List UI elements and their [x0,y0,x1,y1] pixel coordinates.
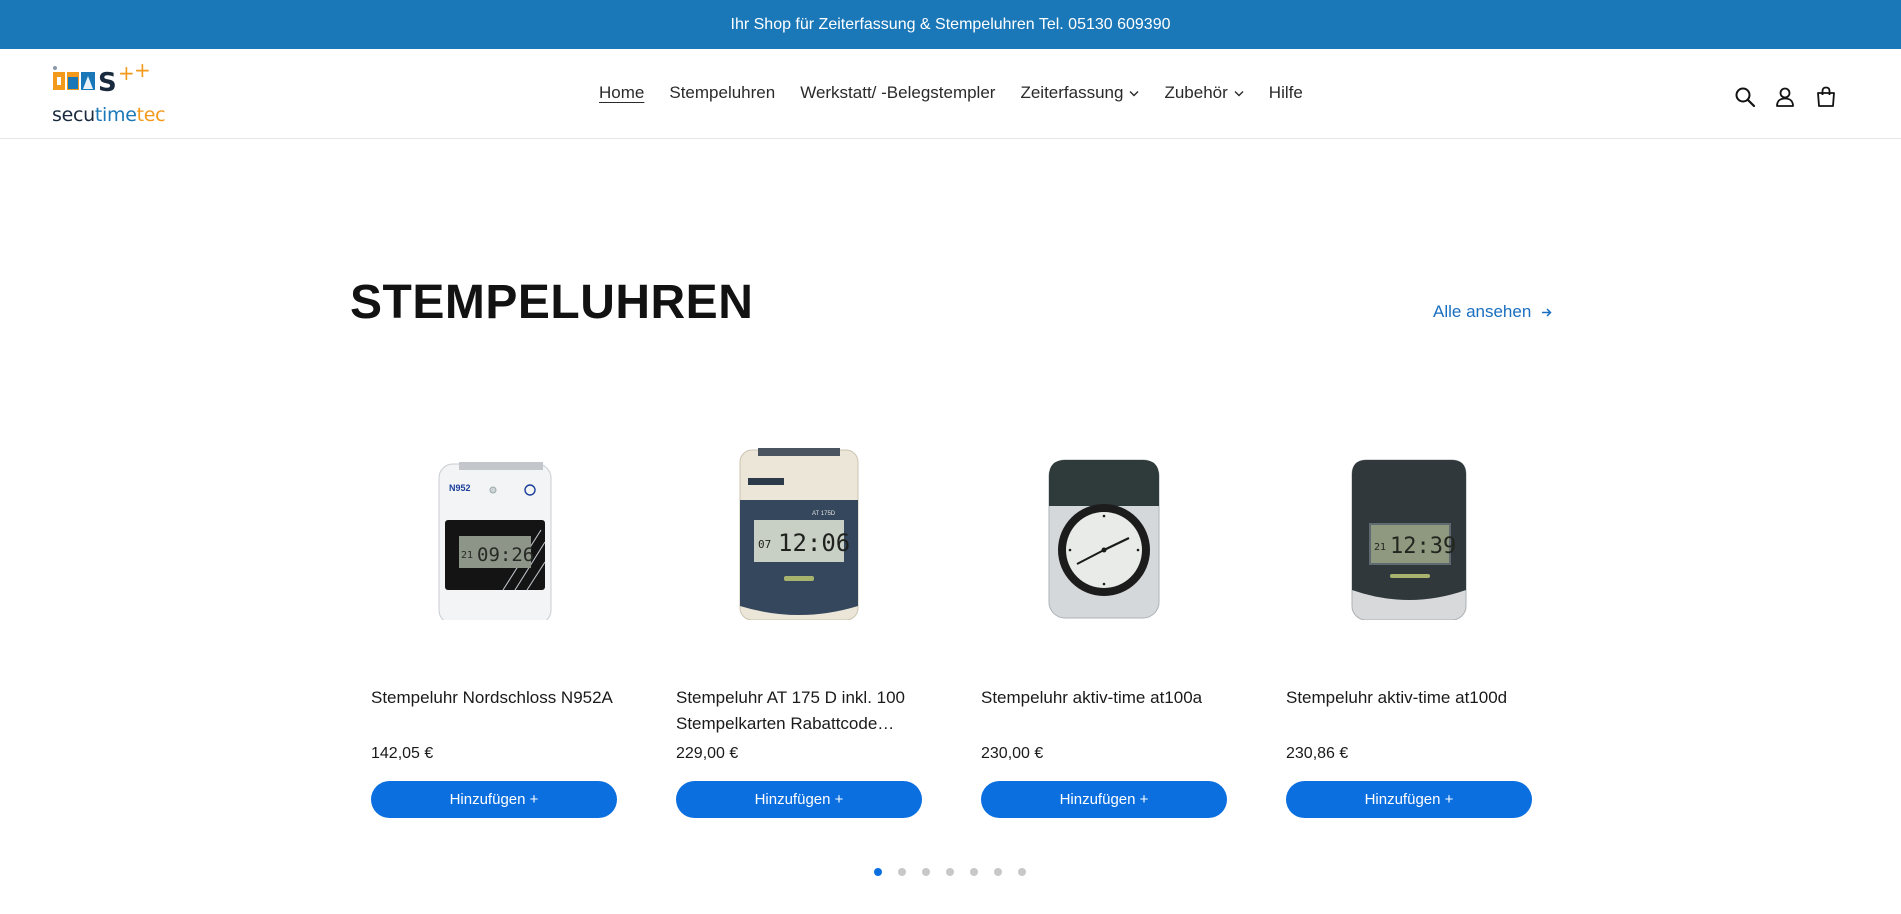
store-logo[interactable]: S + + secutimetec [52,58,167,126]
nav-zeiterfassung-label: Zeiterfassung [1020,83,1124,102]
arrow-right-icon [1542,307,1552,317]
slider-dot[interactable] [994,868,1002,876]
product-title[interactable]: Stempeluhr Nordschloss N952A [371,685,617,711]
chevron-down-icon [1129,90,1139,96]
clock-day: 07 [758,538,771,551]
clock-day: 21 [461,550,473,561]
product-image[interactable]: 21 12:39 [1286,420,1532,640]
clock-model-label: N952 [449,483,471,493]
nav-werkstatt[interactable]: Werkstatt/ -Belegstempler [800,83,995,103]
nav-zubehoer[interactable]: Zubehör [1164,83,1244,103]
time-clock-at175d-image: AT 175D 07 12:06 [739,448,859,620]
section-title: STEMPELUHREN [350,276,754,329]
svg-text:+: + [118,62,135,85]
chevron-down-icon [1234,90,1244,96]
time-clock-at100a-image [1048,459,1160,619]
nav-werkstatt-label: Werkstatt/ -Belegstempler [800,83,996,102]
view-all-label: Alle ansehen [1433,302,1532,321]
nav-stempeluhren[interactable]: Stempeluhren [669,83,775,103]
search-icon[interactable] [1734,86,1756,108]
slider-dot[interactable] [1018,868,1026,876]
view-all-link[interactable]: Alle ansehen [1433,302,1552,322]
nav-home[interactable]: Home [599,83,644,103]
clock-time: 12:06 [778,529,850,557]
add-to-cart-button[interactable]: Hinzufügen + [981,781,1227,818]
logo-mark-s: S [98,68,117,98]
product-price: 142,05 € [371,745,434,762]
cart-icon[interactable] [1815,86,1837,108]
logo-wordmark: secutimetec [52,104,166,126]
product-price: 230,86 € [1286,745,1349,762]
slider-dot[interactable] [922,868,930,876]
product-title[interactable]: Stempeluhr aktiv-time at100a [981,685,1227,711]
time-clock-n952-image: N952 21 09:26 [438,462,552,620]
slider-dot[interactable] [970,868,978,876]
nav-zubehoer-label: Zubehör [1164,83,1228,102]
product-image[interactable]: N952 21 09:26 [371,420,617,640]
logo-word-tec: tec [136,104,166,126]
clock-model-label: AT 175D [812,511,836,517]
slider-dot[interactable] [874,868,882,876]
time-clock-at100d-image: 21 12:39 [1351,459,1467,620]
logo-word-secu: secu [52,104,95,126]
nav-hilfe[interactable]: Hilfe [1269,83,1303,103]
nav-zeiterfassung[interactable]: Zeiterfassung [1020,83,1139,103]
nav-stempeluhren-label: Stempeluhren [669,83,776,102]
product-image[interactable]: AT 175D 07 12:06 [676,420,922,640]
announcement-bar: Ihr Shop für Zeiterfassung & Stempeluhre… [0,0,1901,49]
product-image[interactable] [981,420,1227,640]
logo-word-time: time [94,104,137,126]
slider-dot[interactable] [898,868,906,876]
add-to-cart-button[interactable]: Hinzufügen + [371,781,617,818]
product-price: 229,00 € [676,745,739,762]
clock-time: 09:26 [477,544,534,566]
account-icon[interactable] [1774,86,1796,108]
nav-home-label: Home [599,83,645,102]
clock-time: 12:39 [1390,534,1456,559]
slider-dot[interactable] [946,868,954,876]
site-header: S + + secutimetec Home Stempeluhren Werk… [0,49,1901,139]
slider-pagination [874,868,1042,876]
add-to-cart-button[interactable]: Hinzufügen + [1286,781,1532,818]
product-title[interactable]: Stempeluhr aktiv-time at100d [1286,685,1532,711]
svg-text:+: + [134,62,151,82]
add-to-cart-button[interactable]: Hinzufügen + [676,781,922,818]
product-title[interactable]: Stempeluhr AT 175 D inkl. 100 Stempelkar… [676,685,922,737]
announcement-text: Ihr Shop für Zeiterfassung & Stempeluhre… [730,15,1171,33]
clock-day: 21 [1374,542,1386,553]
product-price: 230,00 € [981,745,1044,762]
nav-hilfe-label: Hilfe [1268,83,1303,102]
logo-mark-icon: S + + [53,58,151,98]
main-nav: Home Stempeluhren Werkstatt/ -Belegstemp… [599,83,1328,103]
